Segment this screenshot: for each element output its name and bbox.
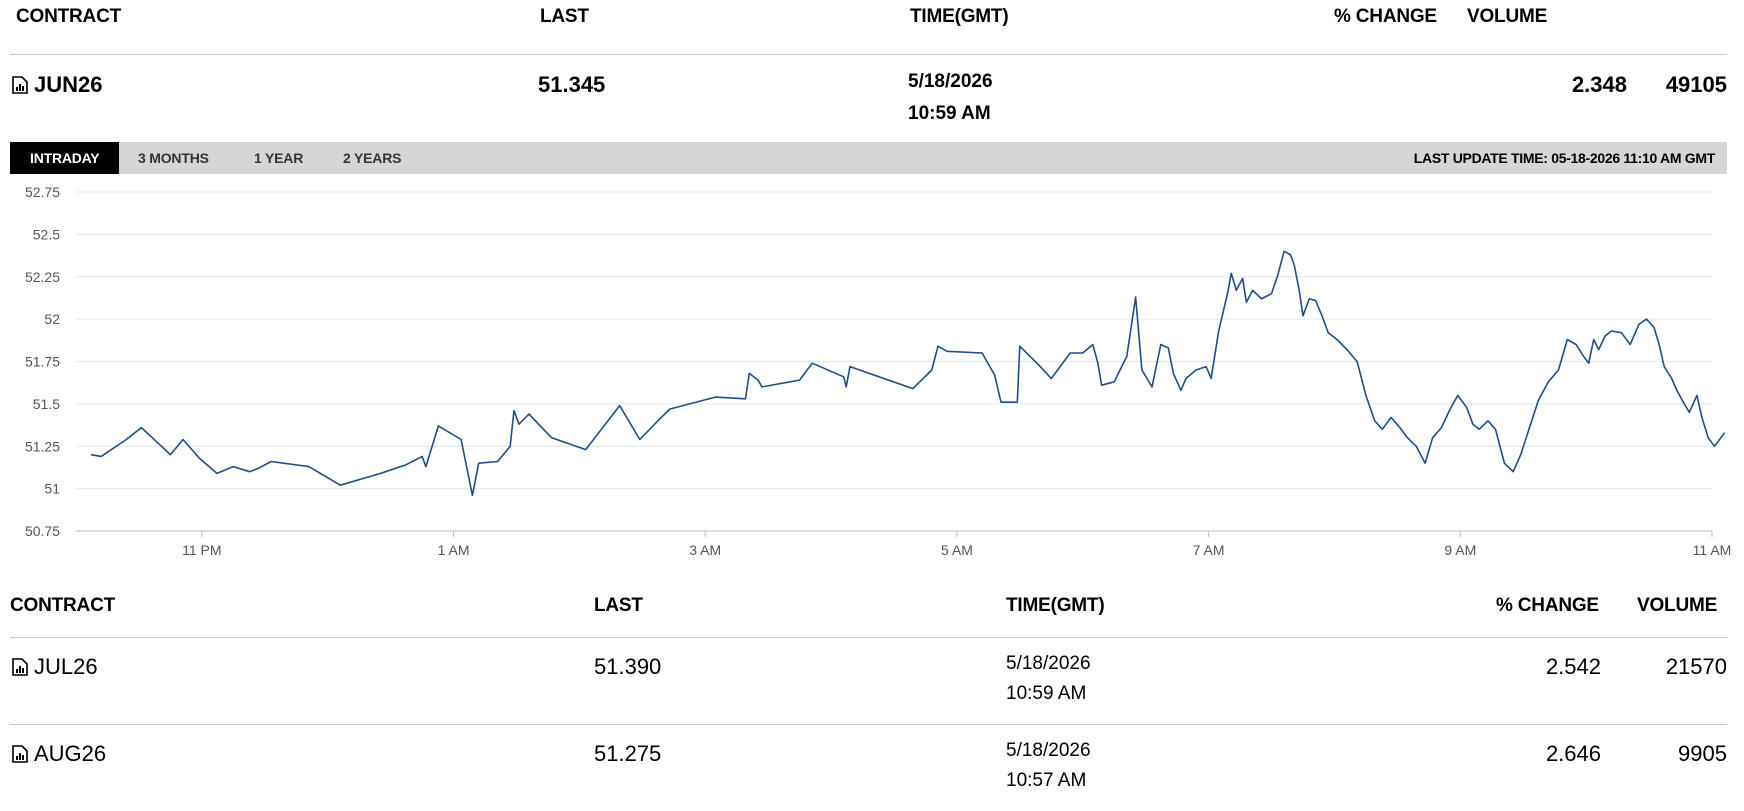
- header-last-2: LAST: [594, 595, 643, 616]
- x-tick-label: 11 AM: [1693, 542, 1732, 558]
- x-tick-label: 11 PM: [182, 542, 221, 558]
- date: 5/18/2026: [1006, 740, 1091, 761]
- header-divider-2: [10, 637, 1727, 638]
- main-contract-name: JUN26: [34, 72, 103, 97]
- y-tick-label: 52.25: [25, 269, 60, 285]
- table-row: AUG26 51.275 5/18/2026 10:57 AM 2.646 99…: [10, 737, 1727, 799]
- chart-x-axis: 11 PM 1 AM 3 AM 5 AM 7 AM 9 AM 11 AM: [182, 531, 1731, 558]
- chart-document-icon: [12, 76, 28, 94]
- contract-cell[interactable]: JUL26: [12, 654, 98, 680]
- last-price: 51.275: [594, 741, 662, 766]
- main-contract-row: JUN26 51.345 5/18/2026 10:59 AM 2.348 49…: [10, 66, 1727, 132]
- header-time-2: TIME(GMT): [1006, 595, 1105, 616]
- main-volume: 49105: [1665, 72, 1727, 97]
- percent-change: 2.542: [1545, 654, 1601, 679]
- row-divider: [10, 724, 1727, 725]
- last-update-time: LAST UPDATE TIME: 05-18-2026 11:10 AM GM…: [1413, 150, 1716, 166]
- x-tick-label: 9 AM: [1444, 542, 1476, 558]
- main-time: 10:59 AM: [908, 103, 991, 124]
- chart-document-icon: [12, 745, 28, 763]
- volume: 9905: [1678, 741, 1727, 766]
- volume: 21570: [1665, 654, 1727, 679]
- range-tab-bar: INTRADAY 3 MONTHS 1 YEAR 2 YEARS LAST UP…: [10, 142, 1727, 174]
- y-tick-label: 52.75: [25, 184, 60, 200]
- contract-name: AUG26: [34, 741, 107, 766]
- x-tick-label: 7 AM: [1193, 542, 1225, 558]
- main-percent-change: 2.348: [1571, 72, 1627, 97]
- main-last-price: 51.345: [538, 72, 606, 97]
- y-tick-label: 51.25: [25, 438, 60, 454]
- tab-2-years[interactable]: 2 YEARS: [343, 142, 401, 174]
- x-tick-label: 3 AM: [689, 542, 721, 558]
- x-tick-label: 1 AM: [438, 542, 470, 558]
- header-change: % CHANGE: [1334, 6, 1437, 27]
- other-contracts-header: CONTRACT LAST TIME(GMT) % CHANGE VOLUME: [10, 595, 1727, 619]
- price-line: [90, 250, 1726, 497]
- tab-1-year[interactable]: 1 YEAR: [254, 142, 303, 174]
- main-date: 5/18/2026: [908, 71, 993, 92]
- y-tick-label: 52.5: [33, 226, 60, 242]
- main-contract-cell[interactable]: JUN26: [12, 72, 102, 98]
- header-time: TIME(GMT): [910, 6, 1009, 27]
- main-table-header: CONTRACT LAST TIME(GMT) % CHANGE VOLUME: [10, 6, 1727, 30]
- tab-3-months[interactable]: 3 MONTHS: [138, 142, 209, 174]
- y-tick-label: 50.75: [25, 523, 60, 539]
- percent-change: 2.646: [1545, 741, 1601, 766]
- header-contract: CONTRACT: [16, 6, 121, 27]
- header-last: LAST: [540, 6, 589, 27]
- time: 10:57 AM: [1006, 770, 1087, 791]
- contract-cell[interactable]: AUG26: [12, 741, 106, 767]
- chart-gridlines: [76, 191, 1712, 532]
- header-contract-2: CONTRACT: [10, 595, 115, 616]
- y-tick-label: 51: [44, 481, 60, 497]
- contract-name: JUL26: [34, 654, 98, 679]
- intraday-price-chart: 52.75 52.5 52.25 52 51.75 51.5 51.25 51 50.75 11…: [25, 184, 1731, 558]
- header-volume-2: VOLUME: [1637, 595, 1718, 616]
- x-tick-label: 5 AM: [941, 542, 973, 558]
- last-price: 51.390: [594, 654, 662, 679]
- y-tick-label: 51.75: [25, 354, 60, 370]
- date: 5/18/2026: [1006, 653, 1091, 674]
- time: 10:59 AM: [1006, 683, 1087, 704]
- chart-y-axis: 52.75 52.5 52.25 52 51.75 51.5 51.25 51 50.75: [25, 184, 60, 539]
- y-tick-label: 52: [44, 311, 60, 327]
- header-divider: [10, 54, 1727, 55]
- tab-intraday[interactable]: INTRADAY: [10, 142, 120, 174]
- header-volume: VOLUME: [1467, 6, 1548, 27]
- table-row: JUL26 51.390 5/18/2026 10:59 AM 2.542 21…: [10, 650, 1727, 712]
- chart-document-icon: [12, 658, 28, 676]
- y-tick-label: 51.5: [33, 396, 60, 412]
- header-change-2: % CHANGE: [1496, 595, 1599, 616]
